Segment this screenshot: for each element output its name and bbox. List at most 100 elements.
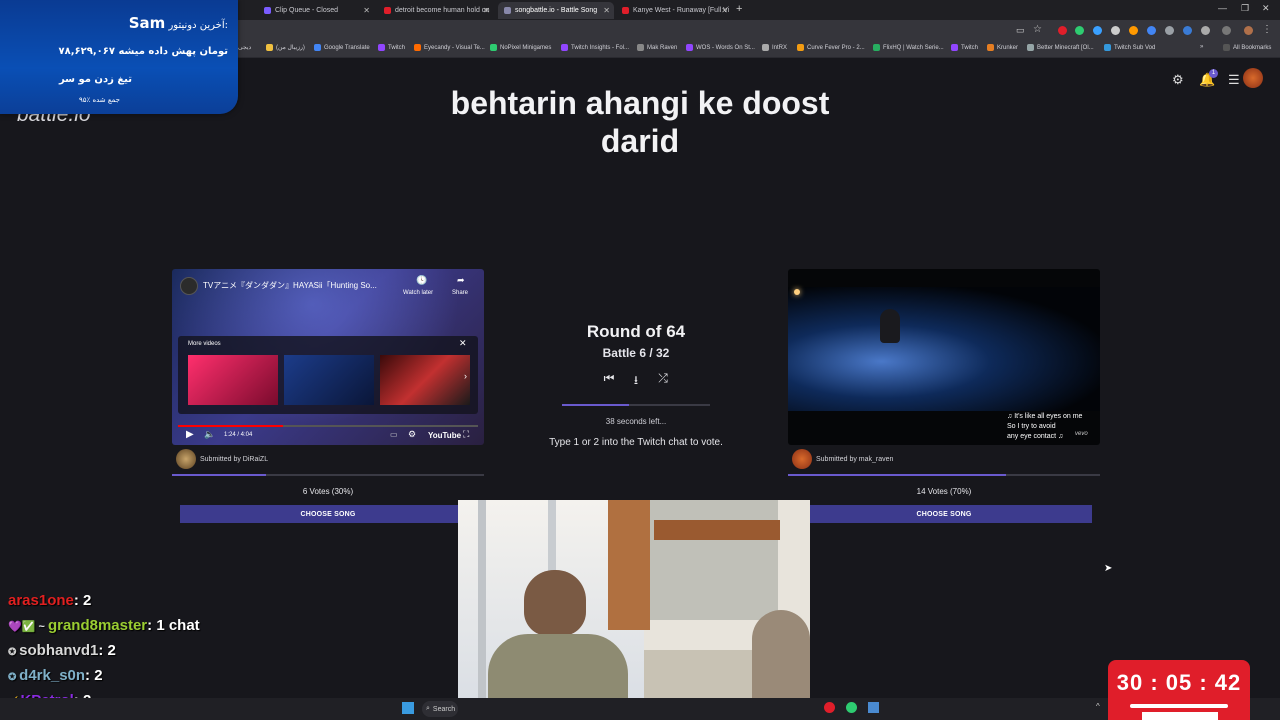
bookmark-item[interactable]: Krunker <box>987 44 1018 51</box>
hamburger-menu-icon[interactable]: ☰ <box>1228 72 1242 87</box>
vote-instruction: Type 1 or 2 into the Twitch chat to vote… <box>549 437 723 448</box>
song2-choose-button[interactable]: CHOOSE SONG <box>796 505 1092 523</box>
video-progress-bar[interactable] <box>178 425 478 427</box>
bookmark-label: Google Translate <box>324 44 370 51</box>
tab-songbattle[interactable]: songbattle.io - Battle Song ✕ <box>498 2 614 19</box>
bookmark-item[interactable]: Better Minecraft [Ol... <box>1027 44 1094 51</box>
chat-username: sobhanvd1 <box>19 642 99 659</box>
tab-detroit[interactable]: detroit become human hold on ✕ <box>378 2 494 19</box>
bookmark-item[interactable]: Twitch <box>951 44 978 51</box>
light-spot <box>794 289 800 295</box>
menu-icon[interactable]: ⋮ <box>1262 24 1272 35</box>
download-icon[interactable] <box>1222 26 1231 35</box>
maximize-icon[interactable]: ❐ <box>1241 3 1249 14</box>
related-video-thumbnail[interactable] <box>284 355 374 405</box>
bookmark-label: IntRX <box>772 44 788 51</box>
bookmark-item[interactable]: All Bookmarks <box>1223 44 1271 51</box>
bookmark-item[interactable]: Twitch Sub Vod <box>1104 44 1155 51</box>
bookmark-item[interactable]: Eyecandy - Visual Te... <box>414 44 485 51</box>
extensions-puzzle-icon[interactable] <box>1201 26 1210 35</box>
fullscreen-icon[interactable]: ⛶ <box>463 429 469 440</box>
extension-icon[interactable] <box>1183 26 1192 35</box>
bookmark-item[interactable]: Curve Fever Pro - 2... <box>797 44 865 51</box>
close-icon[interactable]: ✕ <box>721 6 728 15</box>
volume-icon[interactable]: 🔈 <box>204 429 215 440</box>
taskbar-app-icon[interactable] <box>846 702 857 713</box>
extension-icon[interactable] <box>1129 26 1138 35</box>
extension-icon[interactable] <box>1058 26 1067 35</box>
chat-message: ✪ d4rk_s0n: 2 <box>8 667 103 684</box>
minimize-icon[interactable]: — <box>1218 3 1227 13</box>
profile-avatar[interactable] <box>1244 26 1253 35</box>
tab-clip-queue[interactable]: Clip Queue - Closed ✕ <box>258 2 374 19</box>
search-label: Search <box>432 705 456 713</box>
related-video-thumbnail[interactable] <box>380 355 470 405</box>
chevron-up-icon[interactable]: ^ <box>1096 702 1100 711</box>
bookmark-item[interactable]: Twitch <box>378 44 405 51</box>
close-icon[interactable]: ✕ <box>363 6 370 15</box>
previous-icon[interactable]: ⏮ <box>602 371 616 385</box>
settings-icon[interactable]: ⚙ <box>408 429 416 440</box>
figure-silhouette <box>880 309 900 343</box>
new-tab-button[interactable]: + <box>736 3 742 15</box>
song1-video-player[interactable]: TVアニメ『ダンダダン』HAYASii「Hunting So... 🕓 Watc… <box>172 269 484 445</box>
donor-name: Sam <box>128 14 166 32</box>
eyecandy-icon <box>414 44 421 51</box>
share-icon[interactable]: ➦ <box>457 275 465 286</box>
tab-kanye[interactable]: Kanye West - Runaway [Full Vi ✕ <box>616 2 732 19</box>
user-avatar[interactable] <box>1243 68 1263 88</box>
share-label[interactable]: Share <box>452 290 468 296</box>
shuffle-icon[interactable]: ⤮ <box>656 371 670 385</box>
bookmark-item[interactable]: Twitch Insights - Fol... <box>561 44 629 51</box>
captions-icon[interactable]: ▭ <box>390 430 398 439</box>
extension-icon[interactable] <box>1075 26 1084 35</box>
gear-icon[interactable]: ⚙ <box>1172 72 1186 87</box>
last-donor-label: آخرین دونیتور: <box>168 20 228 31</box>
bookmark-item[interactable]: Mak Raven <box>637 44 677 51</box>
song2-votes: 14 Votes (70%) <box>916 487 972 496</box>
channel-avatar[interactable] <box>180 277 198 295</box>
submitter-label: Submitted by DiRaiZL <box>200 455 269 463</box>
bookmark-item[interactable]: NoPixel Minigames <box>490 44 551 51</box>
close-window-icon[interactable]: ✕ <box>1262 3 1270 14</box>
bookmark-item[interactable]: Google Translate <box>314 44 370 51</box>
clock-icon[interactable]: 🕓 <box>416 275 427 286</box>
taskbar-search[interactable]: ⌕ Search <box>422 701 458 717</box>
bookmark-label: Krunker <box>997 44 1019 51</box>
play-icon[interactable]: ▶ <box>186 429 194 440</box>
download-icon[interactable]: ⭳ <box>629 371 643 387</box>
video-title[interactable]: TVアニメ『ダンダダン』HAYASii「Hunting So... <box>203 280 377 291</box>
bookmark-label: WOS - Words On St... <box>696 44 755 51</box>
song2-video-player[interactable]: ♫ It's like all eyes on me So I try to a… <box>788 269 1100 445</box>
close-icon[interactable]: ✕ <box>483 6 490 15</box>
taskbar-app-icon[interactable] <box>824 702 835 713</box>
youtube-icon <box>384 7 391 14</box>
seconds-left: 38 seconds left... <box>605 417 667 426</box>
extension-icon[interactable] <box>1165 26 1174 35</box>
bookmark-item[interactable]: WOS - Words On St... <box>686 44 755 51</box>
more-bookmarks-icon[interactable]: » <box>1200 44 1203 50</box>
extension-icon[interactable] <box>1147 26 1156 35</box>
close-icon[interactable]: ✕ <box>459 338 467 349</box>
youtube-logo[interactable]: YouTube <box>428 431 461 440</box>
bookmark-item[interactable]: دیجی <box>238 44 251 51</box>
cast-icon[interactable]: ▭ <box>1016 25 1025 36</box>
window-frame <box>478 500 486 720</box>
vote-timer-bar <box>562 404 710 406</box>
related-video-thumbnail[interactable] <box>188 355 278 405</box>
windows-start-icon[interactable] <box>402 702 414 714</box>
taskbar-app-icon[interactable] <box>868 702 879 713</box>
donation-progress: ۹۵٪ جمع شده <box>78 96 120 104</box>
bookmark-item[interactable]: (رزیبال من) <box>266 44 305 51</box>
songbattle-icon <box>504 7 511 14</box>
extension-icon[interactable] <box>1093 26 1102 35</box>
watch-later-label[interactable]: Watch later <box>403 290 433 296</box>
song1-choose-button[interactable]: CHOOSE SONG <box>180 505 476 523</box>
bookmark-star-icon[interactable]: ☆ <box>1033 24 1042 35</box>
song1-vote-bar <box>172 474 484 476</box>
chevron-right-icon[interactable]: › <box>464 371 467 381</box>
extension-icon[interactable] <box>1111 26 1120 35</box>
bookmark-item[interactable]: FlixHQ | Watch Serie... <box>873 44 944 51</box>
close-icon[interactable]: ✕ <box>603 6 610 15</box>
bookmark-item[interactable]: IntRX <box>762 44 787 51</box>
